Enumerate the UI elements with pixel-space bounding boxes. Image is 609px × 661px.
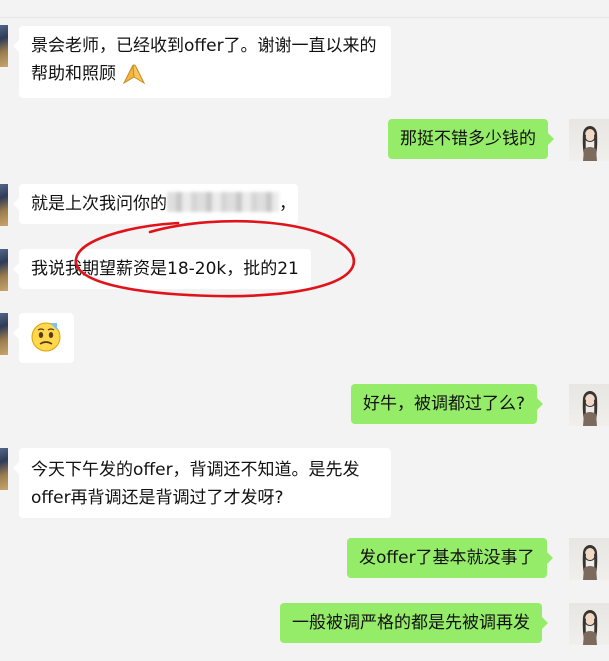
my-avatar[interactable] (569, 119, 609, 161)
folded-hands-emoji (121, 61, 147, 94)
message-text-suffix: ， (279, 194, 296, 214)
portrait-icon (582, 126, 598, 161)
message-text: 就是上次我问你的 (31, 194, 167, 214)
message-bubble-sent[interactable]: 一般被调严格的都是先被调再发 (280, 603, 548, 643)
portrait-icon (582, 610, 598, 645)
my-avatar[interactable] (569, 538, 609, 580)
message-bubble-received[interactable]: 景会老师，已经收到offer了。谢谢一直以来的帮助和照顾 (13, 26, 391, 98)
my-avatar[interactable] (569, 603, 609, 645)
contact-avatar[interactable] (0, 249, 8, 291)
nervous-face-emoji (31, 322, 61, 352)
message-bubble-received[interactable]: 就是上次我问你的 ， (13, 184, 298, 224)
message-text: 一般被调严格的都是先被调再发 (292, 613, 530, 633)
portrait-icon (582, 545, 598, 580)
message-text: 那挺不错多少钱的 (400, 129, 536, 149)
redacted-text (167, 192, 279, 212)
message-bubble-sent[interactable]: 那挺不错多少钱的 (388, 119, 554, 159)
my-avatar[interactable] (569, 384, 609, 426)
message-bubble-sent[interactable]: 好牛，被调都过了么? (351, 384, 544, 424)
message-bubble-received[interactable]: 我说我期望薪资是18-20k，批的21 (13, 249, 311, 289)
portrait-icon (582, 391, 598, 426)
message-bubble-received[interactable] (13, 313, 74, 363)
chat-top-bar (0, 0, 609, 18)
message-text: 我说我期望薪资是18-20k，批的21 (31, 259, 299, 279)
contact-avatar[interactable] (0, 25, 8, 67)
message-bubble-received[interactable]: 今天下午发的offer，背调还不知道。是先发 offer再背调还是背调过了才发呀… (13, 448, 391, 518)
message-text: 景会老师，已经收到offer了。谢谢一直以来的帮助和照顾 (31, 36, 377, 84)
message-text: 好牛，被调都过了么? (363, 394, 526, 414)
contact-avatar[interactable] (0, 313, 8, 355)
message-text-line-2: offer再背调还是背调过了才发呀? (31, 488, 284, 508)
message-text: 发offer了基本就没事了 (359, 548, 535, 568)
contact-avatar[interactable] (0, 448, 8, 490)
contact-avatar[interactable] (0, 184, 8, 226)
message-bubble-sent[interactable]: 发offer了基本就没事了 (347, 538, 553, 578)
message-text-line-1: 今天下午发的offer，背调还不知道。是先发 (31, 460, 360, 480)
